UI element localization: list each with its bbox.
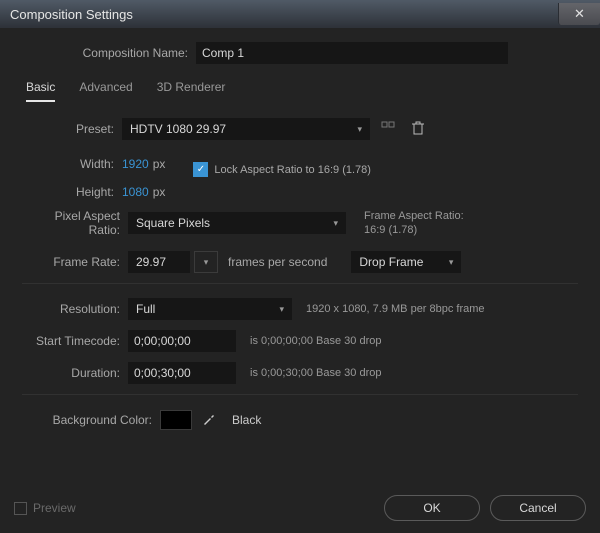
- dialog-body: Composition Name: Basic Advanced 3D Rend…: [0, 28, 600, 533]
- tab-basic[interactable]: Basic: [26, 80, 55, 102]
- frame-rate-dropdown[interactable]: ▾: [194, 251, 218, 273]
- composition-name-row: Composition Name:: [14, 42, 586, 64]
- preview-checkbox-row: Preview: [14, 501, 76, 515]
- width-value[interactable]: 1920: [122, 157, 149, 171]
- chevron-down-icon: ▾: [449, 257, 454, 268]
- frame-rate-value: 29.97: [136, 255, 166, 269]
- eyedropper-button[interactable]: [198, 409, 220, 431]
- chevron-down-icon: ▾: [204, 257, 209, 268]
- save-preset-icon: [381, 121, 395, 138]
- preset-label: Preset:: [22, 122, 122, 136]
- composition-name-label: Composition Name:: [14, 46, 196, 60]
- lock-aspect-block: ✓ Lock Aspect Ratio to 16:9 (1.78): [193, 162, 371, 177]
- ok-button[interactable]: OK: [384, 495, 480, 521]
- width-row: Width: 1920 px ✓ Lock Aspect Ratio to 16…: [22, 150, 578, 177]
- divider: [22, 394, 578, 395]
- frame-rate-input[interactable]: 29.97: [128, 251, 190, 273]
- cancel-button[interactable]: Cancel: [490, 495, 586, 521]
- basic-panel: Preset: HDTV 1080 29.97 ▾ Width: 1920 px: [14, 102, 586, 431]
- tab-advanced[interactable]: Advanced: [79, 80, 132, 102]
- start-timecode-row: Start Timecode: is 0;00;00;00 Base 30 dr…: [22, 330, 578, 352]
- duration-label: Duration:: [22, 366, 128, 380]
- save-preset-button[interactable]: [376, 118, 400, 140]
- window-title: Composition Settings: [10, 7, 133, 22]
- drop-frame-value: Drop Frame: [359, 255, 423, 269]
- height-row: Height: 1080 px: [22, 185, 578, 199]
- tab-bar: Basic Advanced 3D Renderer: [26, 80, 586, 102]
- delete-preset-button[interactable]: [406, 118, 430, 140]
- preset-select[interactable]: HDTV 1080 29.97 ▾: [122, 118, 370, 140]
- preview-checkbox[interactable]: [14, 502, 27, 515]
- resolution-value: Full: [136, 302, 155, 316]
- frame-aspect-line2: 16:9 (1.78): [364, 223, 464, 237]
- pixel-aspect-row: Pixel Aspect Ratio: Square Pixels ▾ Fram…: [22, 209, 578, 237]
- divider: [22, 283, 578, 284]
- resolution-select[interactable]: Full ▾: [128, 298, 292, 320]
- footer-buttons: OK Cancel: [384, 495, 586, 521]
- lock-aspect-checkbox[interactable]: ✓: [193, 162, 208, 177]
- drop-frame-select[interactable]: Drop Frame ▾: [351, 251, 461, 273]
- checkmark-icon: ✓: [197, 164, 205, 175]
- start-timecode-info: is 0;00;00;00 Base 30 drop: [250, 335, 381, 347]
- pixel-aspect-label: Pixel Aspect Ratio:: [22, 209, 128, 237]
- resolution-label: Resolution:: [22, 302, 128, 316]
- resolution-info: 1920 x 1080, 7.9 MB per 8bpc frame: [306, 303, 485, 315]
- height-label: Height:: [22, 185, 122, 199]
- start-timecode-label: Start Timecode:: [22, 334, 128, 348]
- start-timecode-input[interactable]: [128, 330, 236, 352]
- width-label: Width:: [22, 157, 122, 171]
- footer: Preview OK Cancel: [14, 495, 586, 521]
- trash-icon: [412, 121, 424, 138]
- chevron-down-icon: ▾: [357, 124, 362, 135]
- preset-row: Preset: HDTV 1080 29.97 ▾: [22, 118, 578, 140]
- background-color-name: Black: [232, 413, 261, 427]
- chevron-down-icon: ▾: [333, 218, 338, 229]
- duration-info: is 0;00;30;00 Base 30 drop: [250, 367, 381, 379]
- duration-row: Duration: is 0;00;30;00 Base 30 drop: [22, 362, 578, 384]
- eyedropper-icon: [202, 412, 216, 429]
- preview-label: Preview: [33, 501, 76, 515]
- frame-rate-row: Frame Rate: 29.97 ▾ frames per second Dr…: [22, 251, 578, 273]
- resolution-row: Resolution: Full ▾ 1920 x 1080, 7.9 MB p…: [22, 298, 578, 320]
- background-color-row: Background Color: Black: [22, 409, 578, 431]
- duration-input[interactable]: [128, 362, 236, 384]
- frame-rate-unit: frames per second: [228, 255, 327, 269]
- height-unit: px: [153, 185, 166, 199]
- composition-name-input[interactable]: [196, 42, 508, 64]
- titlebar: Composition Settings ✕: [0, 0, 600, 28]
- height-value[interactable]: 1080: [122, 185, 149, 199]
- frame-aspect-info: Frame Aspect Ratio: 16:9 (1.78): [364, 209, 464, 237]
- frame-rate-label: Frame Rate:: [22, 255, 128, 269]
- preset-value: HDTV 1080 29.97: [130, 122, 226, 136]
- lock-aspect-label: Lock Aspect Ratio to 16:9 (1.78): [214, 164, 371, 176]
- pixel-aspect-value: Square Pixels: [136, 216, 210, 230]
- background-color-label: Background Color:: [22, 413, 160, 427]
- frame-aspect-line1: Frame Aspect Ratio:: [364, 209, 464, 223]
- pixel-aspect-select[interactable]: Square Pixels ▾: [128, 212, 346, 234]
- close-button[interactable]: ✕: [558, 3, 600, 25]
- width-unit: px: [153, 157, 166, 171]
- background-color-swatch[interactable]: [160, 410, 192, 430]
- tab-3d-renderer[interactable]: 3D Renderer: [157, 80, 226, 102]
- close-icon: ✕: [574, 6, 585, 22]
- chevron-down-icon: ▾: [279, 304, 284, 315]
